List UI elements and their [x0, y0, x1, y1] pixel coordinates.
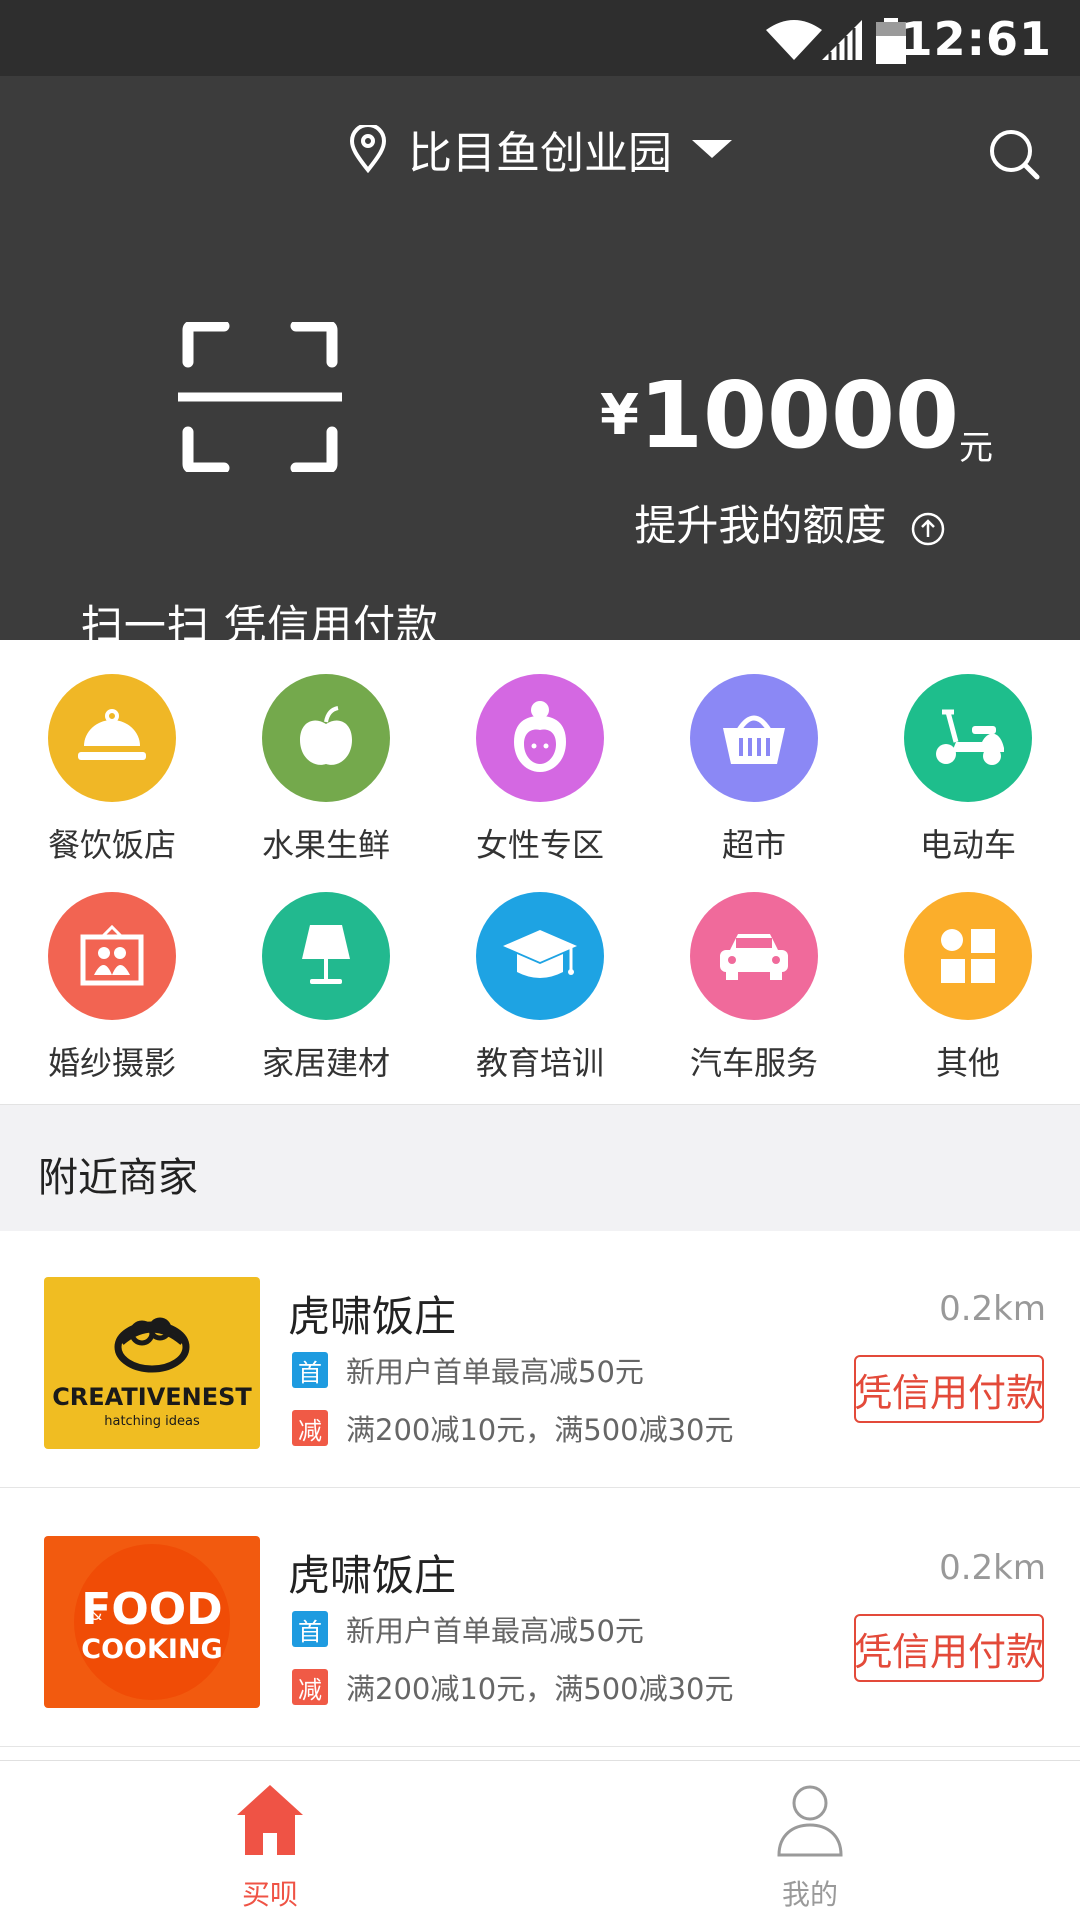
promo-tag-discount: 减: [292, 1410, 328, 1446]
promo-tag-discount: 减: [292, 1669, 328, 1705]
logo-brand-bottom: COOKING: [81, 1634, 222, 1665]
promo-tag-first: 首: [292, 1352, 328, 1388]
credit-amount: ¥10000元: [600, 362, 993, 469]
photo-frame-icon: [80, 925, 144, 986]
merchant-logo: CREATIVENEST hatching ideas: [44, 1277, 260, 1449]
logo-brand-amp: &: [90, 1605, 102, 1624]
location-pin-icon: [349, 125, 387, 173]
promo-text: 新用户首单最高减50元: [346, 1614, 644, 1648]
category-circle: [262, 892, 390, 1020]
grid-icon: [941, 929, 995, 983]
basket-icon: [723, 715, 785, 764]
tab-mine[interactable]: 我的: [540, 1761, 1080, 1921]
category-education[interactable]: 教育培训: [440, 892, 640, 1084]
promo-new-user: 首 新用户首单最高减50元: [292, 1608, 644, 1650]
credit-limit[interactable]: ¥10000元 提升我的额度: [600, 362, 993, 550]
section-title: 附近商家: [38, 1155, 198, 1201]
promo-tag-first: 首: [292, 1611, 328, 1647]
category-circle: [48, 674, 176, 802]
category-car-service[interactable]: 汽车服务: [654, 892, 854, 1084]
category-circle: [48, 892, 176, 1020]
chevron-down-icon: [692, 140, 732, 158]
category-wedding-photo[interactable]: 婚纱摄影: [12, 892, 212, 1084]
category-other[interactable]: 其他: [868, 892, 1068, 1084]
category-label: 电动车: [919, 826, 1016, 864]
credit-unit: 元: [959, 428, 994, 468]
category-women[interactable]: 女性专区: [440, 674, 640, 866]
category-grid: 餐饮饭店 水果生鲜 女性专区 超市 电动车 婚纱摄影 家居建材 教育培训 汽车服…: [0, 640, 1080, 1104]
scan-icon: [178, 322, 342, 472]
logo-brand-top: FOOD: [81, 1584, 222, 1635]
hero-panel: 扫一扫 凭信用付款 ¥10000元 提升我的额度: [0, 222, 1080, 650]
category-label: 家居建材: [261, 1044, 390, 1082]
category-ebike[interactable]: 电动车: [868, 674, 1068, 866]
scan-button[interactable]: 扫一扫 凭信用付款: [50, 322, 470, 650]
merchant-name: 虎啸饭庄: [288, 1292, 457, 1341]
category-catering[interactable]: 餐饮饭店: [12, 674, 212, 866]
category-label: 女性专区: [475, 826, 604, 864]
nearby-section-header: 附近商家: [0, 1104, 1080, 1232]
category-label: 教育培训: [475, 1044, 604, 1082]
category-label: 餐饮饭店: [47, 826, 176, 864]
logo-tagline: hatching ideas: [104, 1414, 200, 1429]
category-label: 汽车服务: [689, 1044, 818, 1082]
merchant-name: 虎啸饭庄: [288, 1551, 457, 1600]
promo-discount: 减 满200减10元，满500减30元: [292, 1666, 734, 1708]
merchant-distance: 0.2km: [939, 1289, 1046, 1329]
credit-currency: ¥: [600, 383, 639, 448]
category-label: 婚纱摄影: [47, 1044, 176, 1082]
status-bar: 12:61: [0, 0, 1080, 76]
category-circle: [476, 674, 604, 802]
signal-icon: [822, 20, 862, 60]
merchant-logo: FOOD & COOKING: [44, 1536, 260, 1708]
woman-icon: [514, 701, 566, 772]
tab-maibei[interactable]: 买呗: [0, 1761, 540, 1921]
merchant-card[interactable]: FOOD & COOKING 虎啸饭庄 0.2km 首 新用户首单最高减50元 …: [0, 1490, 1080, 1747]
graduation-cap-icon: [503, 930, 577, 978]
user-icon: [777, 1785, 843, 1857]
category-circle: [690, 674, 818, 802]
home-icon: [237, 1785, 303, 1855]
category-fruit[interactable]: 水果生鲜: [226, 674, 426, 866]
merchant-card[interactable]: CREATIVENEST hatching ideas 虎啸饭庄 0.2km 首…: [0, 1231, 1080, 1488]
raise-limit-label: 提升我的额度: [634, 501, 887, 550]
category-home-building[interactable]: 家居建材: [226, 892, 426, 1084]
clock: 12:61: [900, 12, 1052, 66]
promo-text: 新用户首单最高减50元: [346, 1355, 644, 1389]
category-label: 水果生鲜: [261, 826, 390, 864]
category-supermarket[interactable]: 超市: [654, 674, 854, 866]
category-circle: [690, 892, 818, 1020]
credit-pay-button[interactable]: 凭信用付款: [854, 1614, 1044, 1682]
location-name: 比目鱼创业园: [408, 128, 672, 179]
category-label: 超市: [721, 826, 786, 864]
category-circle: [904, 674, 1032, 802]
arrow-up-circle-icon: [911, 512, 944, 545]
credit-pay-button[interactable]: 凭信用付款: [854, 1355, 1044, 1423]
merchant-distance: 0.2km: [939, 1548, 1046, 1588]
promo-text: 满200减10元，满500减30元: [346, 1413, 734, 1447]
apple-icon: [300, 706, 352, 765]
tab-label: 买呗: [241, 1878, 298, 1911]
promo-new-user: 首 新用户首单最高减50元: [292, 1349, 644, 1391]
logo-brand: CREATIVENEST: [52, 1383, 252, 1411]
lamp-icon: [302, 925, 350, 984]
tab-label: 我的: [781, 1878, 838, 1911]
search-icon[interactable]: [988, 128, 1040, 180]
promo-text: 满200减10元，满500减30元: [346, 1672, 734, 1706]
raise-limit-link[interactable]: 提升我的额度: [600, 492, 980, 553]
location-selector[interactable]: 比目鱼创业园: [0, 76, 1080, 222]
category-label: 其他: [935, 1044, 1000, 1082]
credit-value: 10000: [638, 362, 960, 469]
category-circle: [476, 892, 604, 1020]
car-icon: [720, 934, 788, 980]
bottom-tab-bar: 买呗 我的: [0, 1760, 1080, 1921]
cloche-icon: [78, 709, 146, 760]
scooter-icon: [936, 709, 1004, 765]
wifi-icon: [766, 20, 822, 60]
category-circle: [262, 674, 390, 802]
top-header: 比目鱼创业园: [0, 76, 1080, 222]
category-circle: [904, 892, 1032, 1020]
promo-discount: 减 满200减10元，满500减30元: [292, 1407, 734, 1449]
